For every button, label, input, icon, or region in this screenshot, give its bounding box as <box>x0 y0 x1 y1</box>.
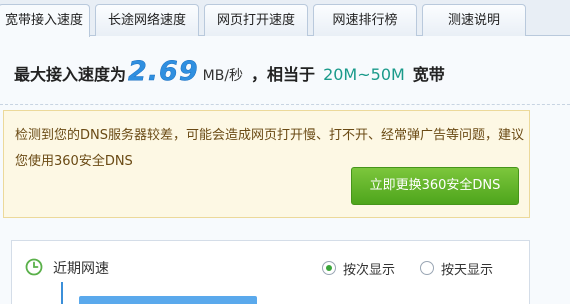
recent-speed-title: 近期网速 <box>53 261 109 277</box>
tab-webpage-speed[interactable]: 网页打开速度 <box>204 4 308 36</box>
speed-prefix: 最大接入速度为 <box>14 65 127 84</box>
speed-value: 2.69 <box>128 56 199 88</box>
max-speed-summary: 最大接入速度为 2.69 MB/秒 ，相当于 20M~50M 宽带 <box>14 56 445 92</box>
switch-dns-button[interactable]: 立即更换360安全DNS <box>351 167 519 205</box>
tab-access-speed[interactable]: 宽带接入速度 <box>0 4 90 37</box>
section-divider <box>0 104 570 105</box>
by-test-label[interactable]: 按次显示 <box>343 259 395 278</box>
tab-speed-help[interactable]: 测速说明 <box>422 4 526 36</box>
by-test-radio[interactable] <box>322 261 336 275</box>
chart-axis <box>61 282 63 304</box>
equivalent-label: ，相当于 <box>251 65 316 84</box>
clock-icon <box>25 258 43 276</box>
by-day-label[interactable]: 按天显示 <box>441 259 493 278</box>
tab-long-distance-speed[interactable]: 长途网络速度 <box>95 4 199 36</box>
bandwidth-range: 20M~50M <box>323 65 405 84</box>
tab-speed-ranking[interactable]: 网速排行榜 <box>313 4 417 36</box>
tab-bar: 宽带接入速度 长途网络速度 网页打开速度 网速排行榜 测速说明 <box>0 0 570 37</box>
bandwidth-label: 宽带 <box>412 65 445 84</box>
by-day-radio[interactable] <box>420 261 434 275</box>
speed-bar <box>79 296 257 304</box>
speed-unit: MB/秒 <box>202 68 244 84</box>
